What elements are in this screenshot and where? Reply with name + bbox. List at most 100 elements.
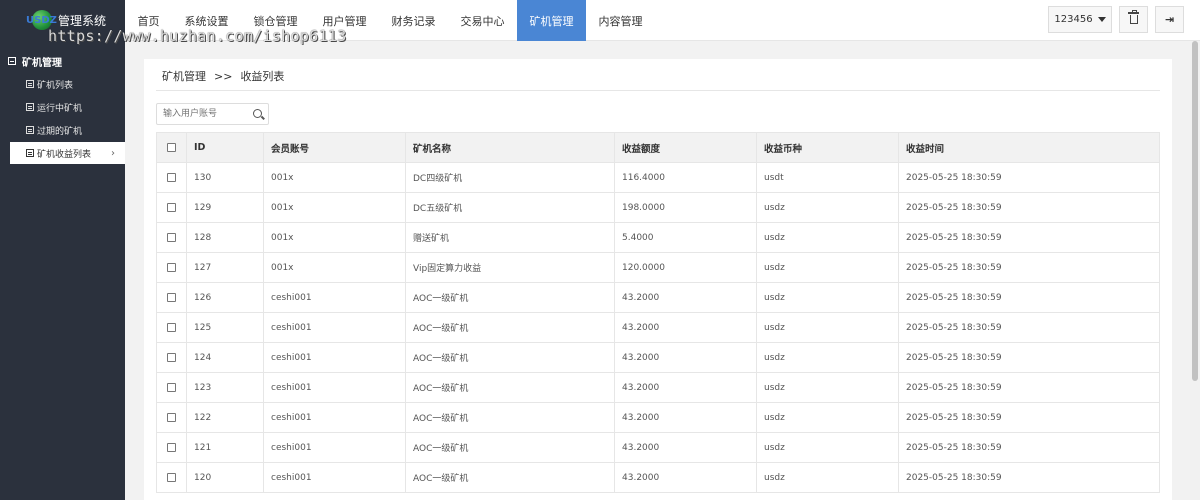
- cell-earning-time: 2025-05-25 18:30:59: [898, 342, 1160, 373]
- username: 123456: [1054, 14, 1093, 25]
- cell-earning-amount: 120.0000: [614, 252, 757, 283]
- cell-earning-amount: 116.4000: [614, 162, 757, 193]
- cell-earning-time: 2025-05-25 18:30:59: [898, 462, 1160, 493]
- logout-button[interactable]: ⇥: [1155, 6, 1184, 33]
- cell-id: 121: [186, 432, 264, 463]
- select-all-checkbox[interactable]: [167, 143, 176, 152]
- nav-item[interactable]: 用户管理: [310, 0, 379, 41]
- collapse-icon: [8, 57, 16, 65]
- cell-member-account: 001x: [263, 252, 406, 283]
- cell-earning-currency: usdt: [756, 162, 899, 193]
- divider: [156, 90, 1160, 91]
- list-icon: [26, 126, 34, 134]
- row-checkbox[interactable]: [167, 382, 176, 392]
- clear-cache-button[interactable]: [1119, 6, 1148, 33]
- row-checkbox[interactable]: [167, 412, 176, 422]
- sidebar-item-label: 过期的矿机: [37, 126, 83, 137]
- cell-member-account: ceshi001: [263, 312, 406, 343]
- cell-miner-name: Vip固定算力收益: [405, 252, 615, 283]
- cell-member-account: ceshi001: [263, 372, 406, 403]
- sidebar-item-label: 矿机收益列表: [37, 149, 92, 160]
- cell-id: 124: [186, 342, 264, 373]
- row-checkbox[interactable]: [167, 352, 176, 362]
- sidebar-item[interactable]: 过期的矿机: [0, 119, 125, 141]
- trash-icon: [1127, 10, 1139, 24]
- table-row: 127 001x Vip固定算力收益 120.0000 usdz 2025-05-25 1…: [156, 252, 1160, 283]
- cell-miner-name: AOC一级矿机: [405, 402, 615, 433]
- cell-earning-time: 2025-05-25 18:30:59: [898, 252, 1160, 283]
- table-row: 128 001x 赠送矿机 5.4000 usdz 2025-05-25 18:30:59: [156, 222, 1160, 253]
- nav-item[interactable]: 首页: [125, 0, 172, 41]
- system-title: 管理系统: [58, 14, 107, 28]
- nav-item[interactable]: 财务记录: [379, 0, 448, 41]
- logo[interactable]: USDZ 管理系统: [0, 0, 125, 41]
- sidebar-group-label: 矿机管理: [22, 57, 62, 69]
- row-checkbox[interactable]: [167, 292, 176, 302]
- row-select-cell: [156, 222, 187, 253]
- col-earning-time: 收益时间: [898, 132, 1160, 163]
- search-input[interactable]: [163, 105, 253, 123]
- list-icon: [26, 149, 34, 157]
- col-earning-amount: 收益额度: [614, 132, 757, 163]
- table-row: 124 ceshi001 AOC一级矿机 43.2000 usdz 2025-05-25 …: [156, 342, 1160, 373]
- cell-earning-currency: usdz: [756, 432, 899, 463]
- cell-miner-name: 赠送矿机: [405, 222, 615, 253]
- sidebar: USDZ 管理系统 矿机管理 矿机列表运行中矿机过期的矿机矿机收益列表 ›: [0, 0, 125, 500]
- sidebar-item[interactable]: 运行中矿机: [0, 96, 125, 118]
- sidebar-group-mining[interactable]: 矿机管理: [0, 50, 125, 72]
- cell-earning-amount: 198.0000: [614, 192, 757, 223]
- row-checkbox[interactable]: [167, 232, 176, 242]
- table-row: 126 ceshi001 AOC一级矿机 43.2000 usdz 2025-05-25 …: [156, 282, 1160, 313]
- row-checkbox[interactable]: [167, 322, 176, 332]
- table-row: 121 ceshi001 AOC一级矿机 43.2000 usdz 2025-05-25 …: [156, 432, 1160, 463]
- row-checkbox[interactable]: [167, 202, 176, 212]
- cell-earning-time: 2025-05-25 18:30:59: [898, 222, 1160, 253]
- cell-earning-amount: 5.4000: [614, 222, 757, 253]
- breadcrumb-parent[interactable]: 矿机管理: [162, 70, 206, 83]
- row-select-cell: [156, 162, 187, 193]
- user-dropdown[interactable]: 123456: [1048, 6, 1112, 33]
- nav-item[interactable]: 内容管理: [586, 0, 655, 41]
- select-all-cell: [156, 132, 187, 163]
- chevron-right-icon: ›: [111, 148, 115, 159]
- col-id: ID: [186, 132, 264, 163]
- nav-item[interactable]: 系统设置: [172, 0, 241, 41]
- sidebar-item-label: 矿机列表: [37, 80, 74, 91]
- nav-item[interactable]: 交易中心: [448, 0, 517, 41]
- cell-id: 128: [186, 222, 264, 253]
- cell-id: 126: [186, 282, 264, 313]
- search-icon[interactable]: [253, 109, 262, 118]
- list-icon: [26, 103, 34, 111]
- cell-miner-name: AOC一级矿机: [405, 432, 615, 463]
- cell-earning-currency: usdz: [756, 282, 899, 313]
- cell-member-account: 001x: [263, 222, 406, 253]
- cell-member-account: ceshi001: [263, 402, 406, 433]
- row-checkbox[interactable]: [167, 262, 176, 272]
- cell-earning-currency: usdz: [756, 462, 899, 493]
- table-row: 122 ceshi001 AOC一级矿机 43.2000 usdz 2025-05-25 …: [156, 402, 1160, 433]
- cell-earning-currency: usdz: [756, 372, 899, 403]
- top-nav: 首页 系统设置 锁仓管理 用户管理 财务记录 交易中心 矿机管理 内容管理: [125, 0, 655, 41]
- cell-earning-currency: usdz: [756, 312, 899, 343]
- row-checkbox[interactable]: [167, 472, 176, 482]
- nav-item[interactable]: 矿机管理: [517, 0, 586, 41]
- cell-miner-name: DC五级矿机: [405, 192, 615, 223]
- row-checkbox[interactable]: [167, 442, 176, 452]
- cell-id: 129: [186, 192, 264, 223]
- cell-id: 130: [186, 162, 264, 193]
- sidebar-item[interactable]: 矿机列表: [0, 73, 125, 95]
- search-box: [156, 103, 269, 125]
- row-checkbox[interactable]: [167, 172, 176, 182]
- cell-earning-amount: 43.2000: [614, 402, 757, 433]
- scrollbar-thumb[interactable]: [1192, 41, 1198, 381]
- col-miner-name: 矿机名称: [405, 132, 615, 163]
- cell-earning-amount: 43.2000: [614, 282, 757, 313]
- breadcrumb-current: 收益列表: [240, 70, 285, 83]
- cell-member-account: ceshi001: [263, 282, 406, 313]
- table-row: 125 ceshi001 AOC一级矿机 43.2000 usdz 2025-05-25 …: [156, 312, 1160, 343]
- page-scrollbar[interactable]: [1190, 41, 1200, 500]
- nav-item[interactable]: 锁仓管理: [241, 0, 310, 41]
- row-select-cell: [156, 432, 187, 463]
- sidebar-item[interactable]: 矿机收益列表 ›: [10, 142, 125, 164]
- cell-miner-name: AOC一级矿机: [405, 342, 615, 373]
